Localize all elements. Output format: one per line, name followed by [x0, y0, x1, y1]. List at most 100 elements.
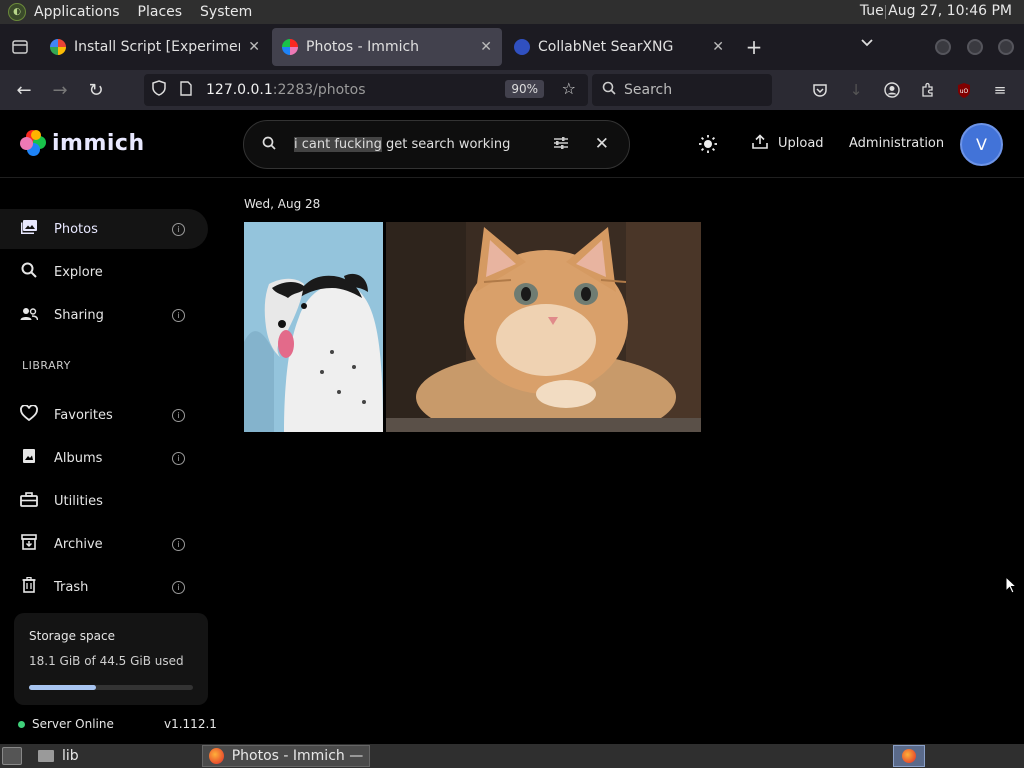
back-arrow-icon[interactable]: ← [6, 74, 42, 106]
new-tab-plus-icon[interactable]: + [736, 29, 772, 65]
photo-thumbnail-dog[interactable] [244, 222, 383, 432]
bookmark-star-icon[interactable]: ☆ [562, 79, 576, 98]
close-tab-icon[interactable]: ✕ [248, 39, 260, 55]
url-host: 127.0.0.1 [206, 82, 273, 98]
people-icon [19, 306, 39, 325]
archive-icon [19, 534, 39, 554]
info-icon[interactable]: i [172, 451, 185, 465]
sidebar: Photos i Explore Sharing i LIBRARY Favor… [0, 179, 217, 744]
menu-system[interactable]: System [200, 4, 252, 20]
search-icon [19, 262, 39, 282]
taskbar-folder-label[interactable]: lib [62, 748, 79, 764]
reload-icon[interactable]: ↻ [78, 74, 114, 106]
sidebar-item-favorites[interactable]: Favorites i [0, 395, 208, 435]
extensions-puzzle-icon[interactable] [918, 80, 938, 100]
search-input[interactable]: i cant fucking get search working [294, 137, 510, 152]
sidebar-item-sharing[interactable]: Sharing i [0, 295, 208, 335]
administration-link[interactable]: Administration [849, 136, 944, 151]
menu-places[interactable]: Places [138, 4, 183, 20]
sidebar-item-archive[interactable]: Archive i [0, 524, 208, 564]
info-icon[interactable]: i [172, 580, 185, 594]
storage-usage-text: 18.1 GiB of 44.5 GiB used [29, 654, 184, 668]
server-status-label: Server Online [32, 717, 114, 731]
immich-logo[interactable]: immich [20, 130, 145, 156]
sidebar-item-photos[interactable]: Photos i [0, 209, 208, 249]
sidebar-item-label: Sharing [54, 307, 104, 323]
zoom-level-badge[interactable]: 90% [505, 80, 544, 98]
photos-icon [19, 219, 39, 239]
downloads-icon[interactable]: ↓ [846, 80, 866, 100]
upload-button[interactable]: Upload [752, 134, 824, 153]
google-favicon-icon [50, 39, 66, 55]
firefox-icon [902, 749, 916, 763]
applications-logo-icon[interactable]: ◐ [8, 3, 26, 21]
hamburger-menu-icon[interactable]: ≡ [990, 80, 1010, 100]
sidebar-item-utilities[interactable]: Utilities [0, 481, 208, 521]
url-bar[interactable]: 127.0.0.1 :2283/photos 90% ☆ [144, 74, 588, 106]
info-icon[interactable]: i [172, 308, 185, 322]
taskbar-window-firefox[interactable]: Photos - Immich — ... [202, 745, 370, 767]
show-desktop-icon[interactable] [2, 747, 22, 765]
browser-tab-strip: Install Script [Experimental] ✕ Photos -… [0, 24, 1024, 70]
server-version[interactable]: v1.112.1 [164, 717, 217, 731]
search-icon [602, 81, 616, 99]
sidebar-item-label: Archive [54, 536, 103, 552]
panel-clock[interactable]: Tue Aug 27, 10:46 PM [860, 3, 1012, 19]
server-status: Server Online [18, 717, 114, 731]
clear-search-close-icon[interactable]: ✕ [595, 134, 609, 154]
close-tab-icon[interactable]: ✕ [712, 39, 724, 55]
search-placeholder: Search [624, 82, 673, 98]
tab-searxng[interactable]: CollabNet SearXNG ✕ [504, 28, 734, 66]
page-info-icon[interactable] [180, 80, 200, 100]
tracking-shield-icon[interactable] [152, 80, 172, 100]
server-online-dot-icon [18, 720, 25, 728]
timeline-date-heading[interactable]: Wed, Aug 28 [244, 197, 320, 211]
toolbox-icon [19, 491, 39, 511]
tab-overview-icon[interactable] [0, 24, 40, 70]
window-close-icon[interactable] [998, 39, 1014, 55]
window-minimize-icon[interactable] [935, 39, 951, 55]
folder-icon [38, 750, 54, 762]
search-options-tune-icon[interactable] [553, 135, 569, 154]
info-icon[interactable]: i [172, 408, 185, 422]
sidebar-item-label: Photos [54, 221, 98, 237]
photo-search-bar[interactable]: i cant fucking get search working ✕ [243, 120, 630, 169]
storage-progress-bar [29, 685, 193, 690]
upload-label: Upload [778, 136, 824, 151]
svg-text:uO: uO [960, 88, 969, 95]
tab-install-script[interactable]: Install Script [Experimental] ✕ [40, 28, 270, 66]
ublock-origin-icon[interactable]: uO [954, 80, 974, 100]
system-top-panel: ◐ Applications Places System Tue Aug 27,… [0, 0, 1024, 24]
tab-title: Photos - Immich [306, 39, 420, 55]
url-path: :2283/photos [272, 82, 366, 98]
account-icon[interactable] [882, 80, 902, 100]
list-all-tabs-chevron-icon[interactable] [860, 36, 874, 52]
system-bottom-panel: lib Photos - Immich — ... [0, 744, 1024, 768]
user-avatar[interactable]: V [960, 123, 1003, 166]
sidebar-item-trash[interactable]: Trash i [0, 567, 208, 607]
tab-title: CollabNet SearXNG [538, 39, 674, 55]
browser-nav-bar: ← → ↻ 127.0.0.1 :2283/photos 90% ☆ Searc… [0, 70, 1024, 110]
tab-photos-immich[interactable]: Photos - Immich ✕ [272, 28, 502, 66]
sidebar-item-label: Albums [54, 450, 103, 466]
sidebar-item-label: Favorites [54, 407, 113, 423]
pocket-icon[interactable] [810, 80, 830, 100]
taskbar-window-title: Photos - Immich — ... [231, 748, 369, 764]
info-icon[interactable]: i [172, 537, 185, 551]
sidebar-item-explore[interactable]: Explore [0, 252, 208, 292]
workspace-switcher[interactable] [893, 745, 925, 767]
forward-arrow-icon[interactable]: → [42, 74, 78, 106]
menu-applications[interactable]: Applications [34, 4, 120, 20]
theme-toggle-sun-icon[interactable] [698, 134, 718, 159]
browser-search-bar[interactable]: Search [592, 74, 772, 106]
close-tab-icon[interactable]: ✕ [480, 39, 492, 55]
sidebar-item-label: Trash [54, 579, 89, 595]
searxng-favicon-icon [514, 39, 530, 55]
sidebar-item-albums[interactable]: Albums i [0, 438, 208, 478]
info-icon[interactable]: i [172, 222, 185, 236]
photo-thumbnail-kitten[interactable] [386, 222, 701, 432]
sidebar-item-label: Explore [54, 264, 103, 280]
library-heading: LIBRARY [22, 359, 71, 372]
search-icon [262, 136, 282, 154]
window-maximize-icon[interactable] [967, 39, 983, 55]
